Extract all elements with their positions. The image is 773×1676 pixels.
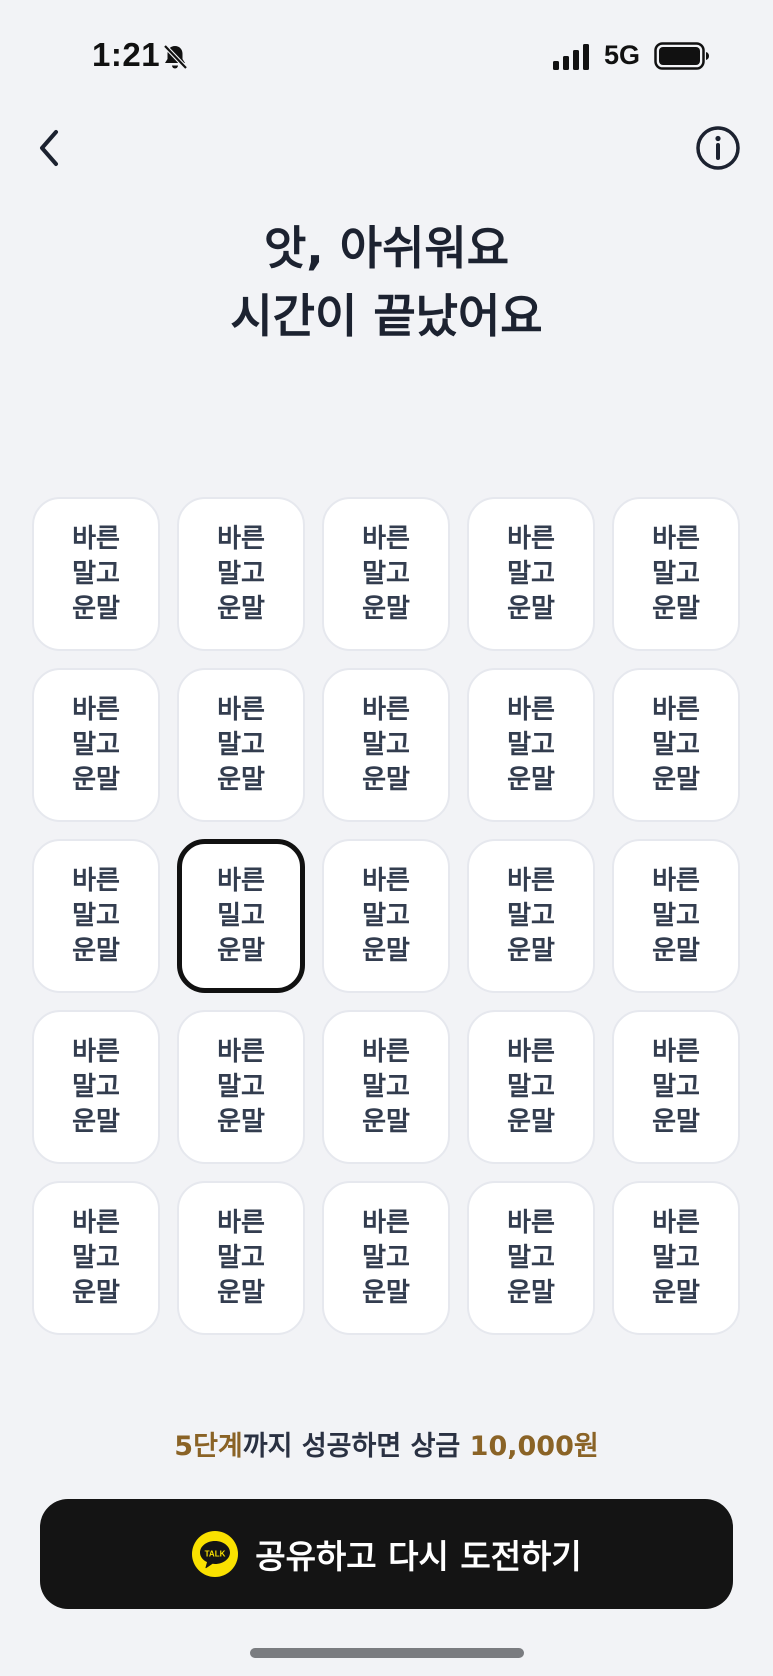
word-tile-r4-c1[interactable]: 바른 말고 운말 — [32, 1010, 160, 1164]
title-line-2: 시간이 끝났어요 — [230, 289, 543, 343]
prize-text: 까지 성공하면 상금 — [242, 1431, 470, 1462]
game-screen: 1:21 5G 앗, 아쉬워요 시간이 끝났어요 바른 말고 운말 바른 말고 … — [0, 0, 773, 1676]
bell-slash-icon — [163, 44, 188, 70]
word-tile-r5-c3[interactable]: 바른 말고 운말 — [322, 1181, 450, 1335]
signal-icon — [553, 44, 589, 70]
word-tile-r1-c5[interactable]: 바른 말고 운말 — [612, 497, 740, 651]
word-tile-r1-c3[interactable]: 바른 말고 운말 — [322, 497, 450, 651]
word-tile-r3-c5[interactable]: 바른 말고 운말 — [612, 839, 740, 993]
word-tile-r4-c2[interactable]: 바른 말고 운말 — [177, 1010, 305, 1164]
status-bar: 1:21 5G — [0, 0, 773, 115]
battery-icon — [654, 42, 709, 70]
kakao-icon-text: TALK — [205, 1550, 226, 1559]
word-tile-r3-c1[interactable]: 바른 말고 운말 — [32, 839, 160, 993]
network-type: 5G — [604, 40, 641, 70]
word-grid: 바른 말고 운말 바른 말고 운말 바른 말고 운말 바른 말고 운말 바른 말고 운말… — [32, 497, 741, 1335]
word-tile-r1-c2[interactable]: 바른 말고 운말 — [177, 497, 305, 651]
info-circle-icon — [696, 126, 740, 170]
word-tile-r2-c4[interactable]: 바른 말고 운말 — [467, 668, 595, 822]
word-tile-r4-c3[interactable]: 바른 말고 운말 — [322, 1010, 450, 1164]
word-tile-r3-c4[interactable]: 바른 말고 운말 — [467, 839, 595, 993]
word-tile-r4-c5[interactable]: 바른 말고 운말 — [612, 1010, 740, 1164]
word-tile-r3-c2[interactable]: 바른 밀고 운말 — [177, 839, 305, 993]
share-retry-label: 공유하고 다시 도전하기 — [255, 1537, 582, 1576]
word-tile-r4-c4[interactable]: 바른 말고 운말 — [467, 1010, 595, 1164]
word-tile-r3-c3[interactable]: 바른 말고 운말 — [322, 839, 450, 993]
word-tile-r2-c1[interactable]: 바른 말고 운말 — [32, 668, 160, 822]
home-indicator[interactable] — [250, 1648, 524, 1658]
word-tile-r5-c1[interactable]: 바른 말고 운말 — [32, 1181, 160, 1335]
word-tile-r5-c2[interactable]: 바른 말고 운말 — [177, 1181, 305, 1335]
kakaotalk-icon: TALK — [192, 1531, 239, 1577]
share-retry-button[interactable]: TALK 공유하고 다시 도전하기 — [40, 1499, 733, 1609]
status-time: 1:21 — [92, 36, 161, 73]
word-tile-r2-c5[interactable]: 바른 말고 운말 — [612, 668, 740, 822]
prize-info: 5단계까지 성공하면 상금 10,000원 — [0, 1424, 773, 1463]
word-tile-r5-c5[interactable]: 바른 말고 운말 — [612, 1181, 740, 1335]
page-title: 앗, 아쉬워요 시간이 끝났어요 — [0, 214, 773, 350]
title-line-1: 앗, 아쉬워요 — [263, 221, 510, 275]
back-button[interactable] — [26, 120, 72, 176]
prize-level: 5단계 — [174, 1431, 243, 1462]
word-tile-r1-c1[interactable]: 바른 말고 운말 — [32, 497, 160, 651]
word-tile-r2-c3[interactable]: 바른 말고 운말 — [322, 668, 450, 822]
word-tile-r2-c2[interactable]: 바른 말고 운말 — [177, 668, 305, 822]
word-tile-r5-c4[interactable]: 바른 말고 운말 — [467, 1181, 595, 1335]
info-button[interactable] — [694, 124, 742, 172]
chevron-left-icon — [40, 130, 58, 166]
prize-amount: 10,000원 — [469, 1431, 599, 1462]
word-tile-r1-c4[interactable]: 바른 말고 운말 — [467, 497, 595, 651]
